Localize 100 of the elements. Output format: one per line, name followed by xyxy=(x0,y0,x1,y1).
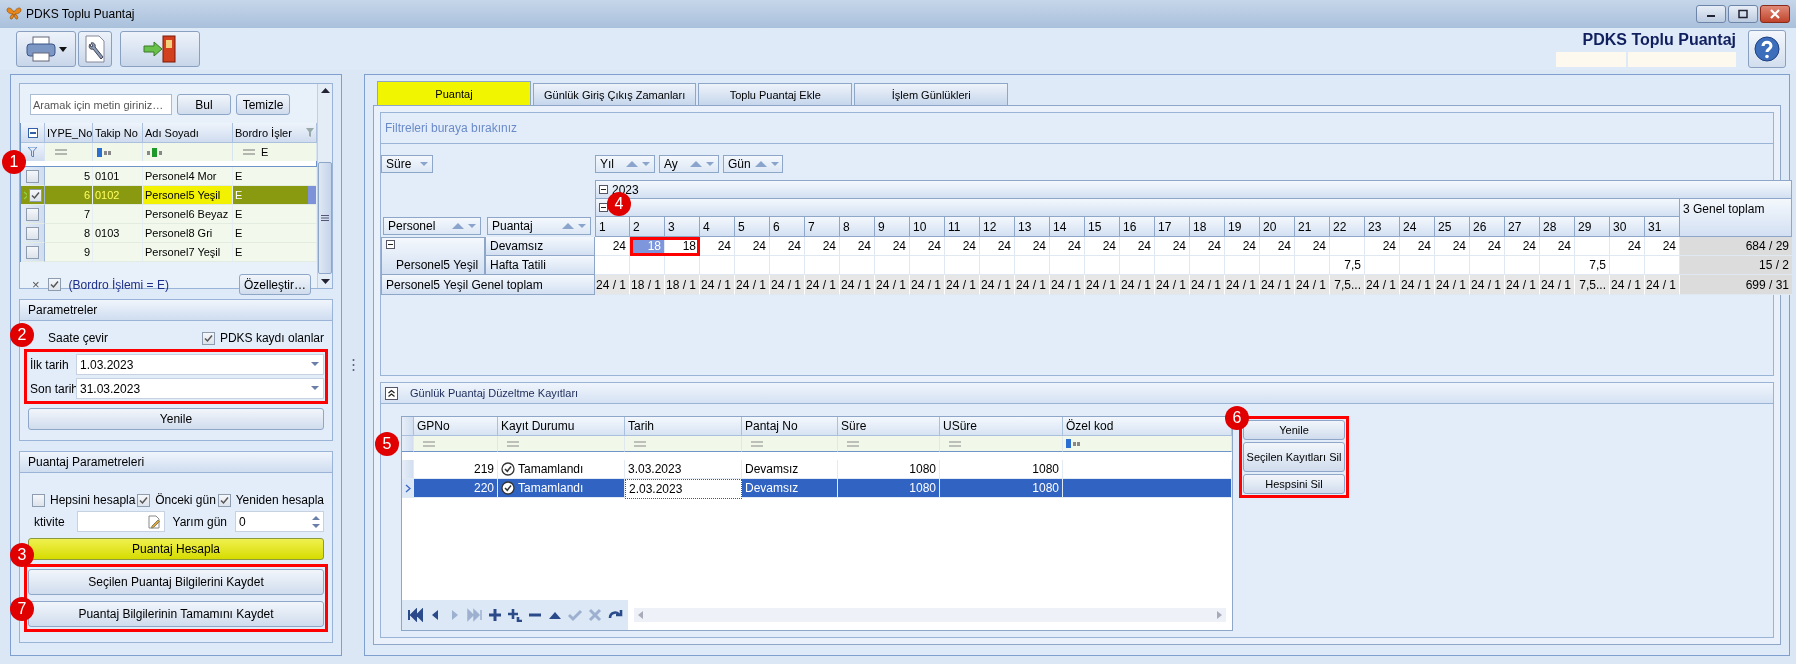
column-header[interactable]: IYPE_No xyxy=(45,123,93,143)
row-header[interactable] xyxy=(21,167,45,186)
filter-checkbox[interactable] xyxy=(47,278,61,291)
column-header[interactable] xyxy=(21,123,45,143)
action-button[interactable]: Yenile xyxy=(1243,420,1345,440)
column-header[interactable]: Pantaj No xyxy=(742,417,838,436)
column-header[interactable]: Bordro İşler xyxy=(233,123,317,143)
column-header[interactable]: 15 xyxy=(1085,217,1120,237)
first-button[interactable] xyxy=(406,608,424,622)
checkbox[interactable] xyxy=(217,493,231,507)
filter-cell[interactable] xyxy=(742,436,838,452)
action-button[interactable]: Seçilen Kayıtları Sil xyxy=(1243,442,1345,472)
column-header[interactable]: 28 xyxy=(1540,217,1575,237)
column-header[interactable]: 13 xyxy=(1015,217,1050,237)
scroll-up-icon[interactable] xyxy=(320,88,330,94)
select-all-icon[interactable] xyxy=(27,127,38,138)
field-button[interactable]: Süre xyxy=(381,155,433,173)
column-header[interactable]: 3 xyxy=(665,217,700,237)
collapse-icon[interactable] xyxy=(599,203,608,212)
filter-cell[interactable] xyxy=(838,436,940,452)
column-header[interactable]: 18 xyxy=(1190,217,1225,237)
column-header[interactable]: 12 xyxy=(980,217,1015,237)
close-button[interactable] xyxy=(1760,5,1790,23)
collapse-icon[interactable] xyxy=(599,185,608,194)
column-header[interactable]: GPNo xyxy=(414,417,498,436)
tab[interactable]: Puantaj xyxy=(377,81,531,105)
scroll-left-icon[interactable] xyxy=(638,611,643,619)
column-header[interactable]: 24 xyxy=(1400,217,1435,237)
print-button[interactable] xyxy=(16,31,76,67)
column-header[interactable]: 16 xyxy=(1120,217,1155,237)
filter-cell[interactable] xyxy=(414,436,498,452)
spin-arrows-icon[interactable] xyxy=(312,515,320,528)
edit-icon[interactable] xyxy=(146,514,161,529)
clear-button[interactable]: Temizle xyxy=(236,94,290,115)
find-button[interactable]: Bul xyxy=(177,94,231,115)
column-header[interactable]: 25 xyxy=(1435,217,1470,237)
column-header[interactable]: 22 xyxy=(1330,217,1365,237)
activity-field[interactable] xyxy=(76,511,165,532)
customize-button[interactable]: Özelleştir… xyxy=(239,274,311,295)
filter-cell[interactable] xyxy=(93,143,143,161)
column-header[interactable]: 5 xyxy=(735,217,770,237)
column-header[interactable]: 3 Genel toplam xyxy=(1680,199,1792,237)
field-button[interactable]: Personel xyxy=(383,217,481,235)
row-checkbox[interactable] xyxy=(26,169,39,183)
column-header[interactable]: 19 xyxy=(1225,217,1260,237)
field-button[interactable]: Ay xyxy=(659,155,719,173)
column-header[interactable]: Kayıt Durumu xyxy=(498,417,625,436)
filter-cell[interactable] xyxy=(45,143,93,161)
save-button[interactable]: Puantaj Bilgilerinin Tamamını Kaydet xyxy=(28,601,324,627)
column-header[interactable]: 6 xyxy=(770,217,805,237)
column-header[interactable]: Tarih xyxy=(625,417,742,436)
insert-button[interactable] xyxy=(506,608,524,622)
column-header[interactable]: 29 xyxy=(1575,217,1610,237)
settings-button[interactable] xyxy=(78,31,112,67)
column-header[interactable]: 8 xyxy=(840,217,875,237)
row-checkbox[interactable] xyxy=(26,207,39,221)
column-header[interactable]: 23 xyxy=(1365,217,1400,237)
action-button[interactable]: Hespsini Sil xyxy=(1243,474,1345,494)
calculate-button[interactable]: Puantaj Hesapla xyxy=(28,538,324,560)
field-button[interactable]: Yıl xyxy=(595,155,655,173)
collapse-icon[interactable] xyxy=(385,386,398,400)
column-header[interactable]: Takip No xyxy=(93,123,143,143)
add-button[interactable] xyxy=(486,608,504,622)
column-header[interactable]: 26 xyxy=(1470,217,1505,237)
row-header[interactable] xyxy=(21,224,45,243)
tab[interactable]: Toplu Puantaj Ekle xyxy=(698,83,853,105)
splitter-handle-icon[interactable] xyxy=(351,358,355,372)
scrollbar[interactable] xyxy=(317,84,332,288)
column-header[interactable]: USüre xyxy=(940,417,1063,436)
column-header[interactable]: 20 xyxy=(1260,217,1295,237)
save-button[interactable]: Seçilen Puantaj Bilgilerini Kaydet xyxy=(28,569,324,595)
column-header[interactable]: 14 xyxy=(1050,217,1085,237)
checkbox[interactable] xyxy=(137,493,151,507)
scrollbar[interactable] xyxy=(634,608,1226,622)
clear-filter-button[interactable]: × xyxy=(32,277,40,292)
field-button[interactable]: Puantaj xyxy=(487,217,591,235)
filter-cell[interactable] xyxy=(143,143,233,161)
column-header[interactable]: 27 xyxy=(1505,217,1540,237)
row-checkbox[interactable] xyxy=(29,188,42,202)
column-header[interactable]: 7 xyxy=(805,217,840,237)
row-checkbox[interactable] xyxy=(26,226,39,240)
checkbox[interactable] xyxy=(201,331,215,345)
column-header[interactable]: 30 xyxy=(1610,217,1645,237)
search-field[interactable]: Aramak için metin giriniz… xyxy=(30,94,172,115)
column-header[interactable]: 10 xyxy=(910,217,945,237)
row-header[interactable] xyxy=(21,243,45,262)
tab[interactable]: Günlük Giriş Çıkış Zamanları xyxy=(533,83,697,105)
field-button[interactable]: Gün xyxy=(723,155,783,173)
filter-cell[interactable] xyxy=(402,436,414,452)
row-checkbox[interactable] xyxy=(26,245,39,259)
column-header[interactable]: Özel kod xyxy=(1063,417,1232,436)
scroll-thumb[interactable] xyxy=(318,162,332,274)
checkbox[interactable] xyxy=(32,493,45,507)
filter-cell[interactable] xyxy=(498,436,625,452)
collapse-icon[interactable] xyxy=(386,240,395,249)
row-header[interactable]: Hafta Tatili xyxy=(485,256,595,275)
dropdown-arrow-icon[interactable] xyxy=(311,386,319,391)
row-header[interactable]: Personel5 Yeşil Genel toplam xyxy=(381,275,595,295)
maximize-button[interactable] xyxy=(1728,5,1758,23)
filter-cell[interactable] xyxy=(625,436,742,452)
